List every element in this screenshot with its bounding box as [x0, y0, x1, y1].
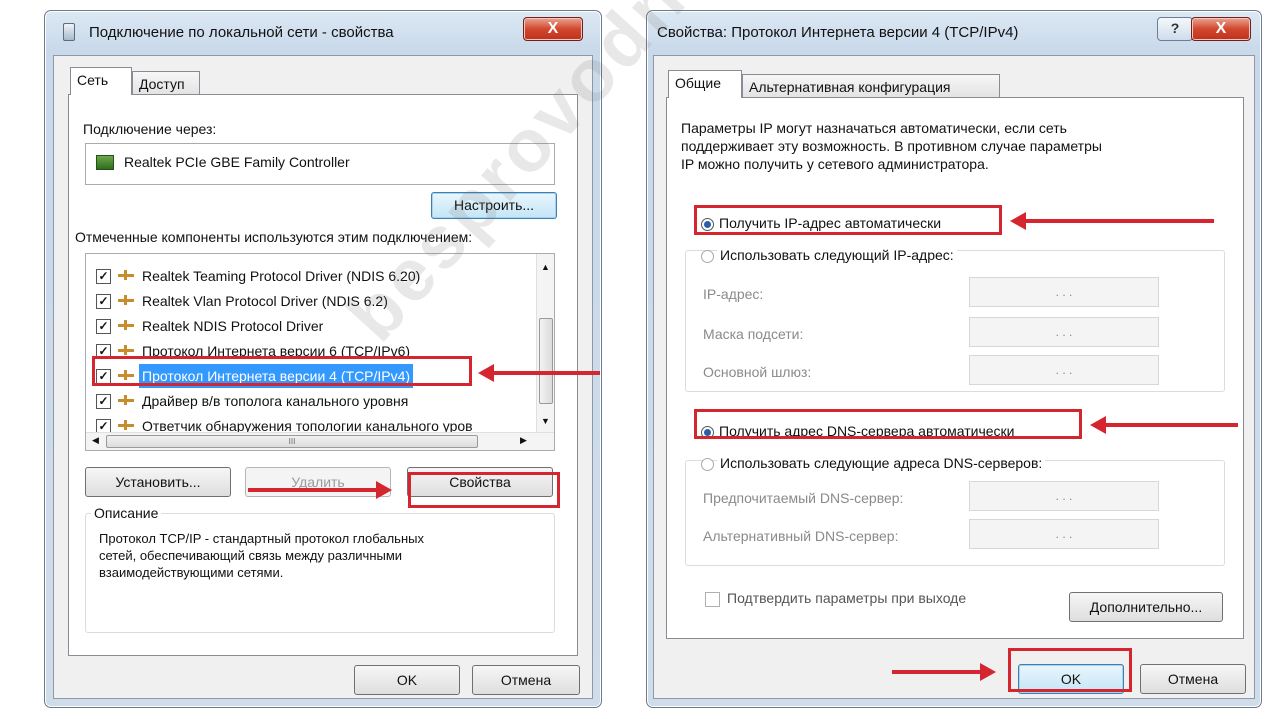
- close-button[interactable]: X: [1191, 17, 1251, 41]
- validate-checkbox[interactable]: [705, 592, 720, 607]
- scroll-thumb-horizontal[interactable]: III: [106, 435, 478, 448]
- subnet-mask-field: . . .: [969, 317, 1159, 347]
- general-tab-panel: Параметры IP могут назначаться автоматич…: [666, 97, 1244, 639]
- cancel-button[interactable]: Отмена: [1140, 664, 1246, 694]
- horizontal-scrollbar[interactable]: ◀ III ▶: [86, 432, 554, 450]
- scroll-right-icon[interactable]: ▶: [520, 435, 527, 446]
- dns-settings-group: [685, 460, 1225, 566]
- protocol-icon: [118, 420, 134, 430]
- subnet-mask-label: Маска подсети:: [703, 326, 804, 342]
- highlight-ipv4-item: [92, 356, 472, 386]
- list-item[interactable]: ✓ Realtek Vlan Protocol Driver (NDIS 6.2…: [96, 289, 516, 313]
- intro-line-2: поддерживает эту возможность. В противно…: [681, 138, 1102, 154]
- manual-dns-radio[interactable]: [701, 458, 714, 471]
- tab-alternate-configuration[interactable]: Альтернативная конфигурация: [742, 74, 1000, 98]
- description-line-1: Протокол TCP/IP - стандартный протокол г…: [99, 531, 424, 546]
- ipv4-properties-titlebar[interactable]: Свойства: Протокол Интернета версии 4 (T…: [647, 11, 1261, 51]
- vertical-scrollbar[interactable]: ▲ ▼: [536, 254, 554, 432]
- list-item[interactable]: ✓ Драйвер в/в тополога канального уровня: [96, 389, 516, 413]
- highlight-ok-button: [1008, 648, 1132, 692]
- manual-ip-radio[interactable]: [701, 250, 714, 263]
- description-line-3: взаимодействующими сетями.: [99, 565, 284, 580]
- network-adapter-icon: [96, 155, 114, 170]
- highlight-auto-dns: [694, 409, 1082, 439]
- manual-ip-label[interactable]: Использовать следующий IP-адрес:: [717, 247, 957, 263]
- ip-dots: . . .: [1055, 285, 1073, 299]
- component-label: Realtek NDIS Protocol Driver: [142, 318, 324, 334]
- highlight-properties-button: [408, 472, 560, 508]
- alternate-dns-field: . . .: [969, 519, 1159, 549]
- protocol-icon: [118, 295, 134, 305]
- help-button[interactable]: ?: [1157, 17, 1193, 41]
- tab-network[interactable]: Сеть: [70, 67, 132, 95]
- description-label: Описание: [91, 505, 162, 521]
- intro-line-1: Параметры IP могут назначаться автоматич…: [681, 120, 1067, 136]
- list-item[interactable]: ✓ Realtek NDIS Protocol Driver: [96, 314, 516, 338]
- scroll-thumb[interactable]: [539, 318, 553, 404]
- intro-line-3: IP можно получить у сетевого администрат…: [681, 156, 989, 172]
- adapter-name: Realtek PCIe GBE Family Controller: [124, 154, 350, 170]
- scroll-left-icon[interactable]: ◀: [92, 435, 99, 446]
- component-checkbox[interactable]: ✓: [96, 294, 111, 309]
- tab-sharing[interactable]: Доступ: [132, 71, 200, 95]
- install-button[interactable]: Установить...: [85, 467, 231, 497]
- arrow-to-ipv4-item: [478, 364, 600, 382]
- gateway-label: Основной шлюз:: [703, 364, 812, 380]
- gateway-field: . . .: [969, 355, 1159, 385]
- arrow-to-auto-dns: [1090, 416, 1238, 434]
- ip-address-field: . . .: [969, 277, 1159, 307]
- ok-button[interactable]: OK: [354, 665, 460, 695]
- window-title: Свойства: Протокол Интернета версии 4 (T…: [657, 24, 1019, 41]
- description-line-2: сетей, обеспечивающий связь между различ…: [99, 548, 403, 563]
- components-list[interactable]: ✓ Realtek Teaming Protocol Driver (NDIS …: [85, 253, 555, 451]
- preferred-dns-field: . . .: [969, 481, 1159, 511]
- ipv4-properties-window: Свойства: Протокол Интернета версии 4 (T…: [646, 10, 1262, 708]
- component-checkbox[interactable]: ✓: [96, 269, 111, 284]
- protocol-icon: [118, 345, 134, 355]
- validate-label[interactable]: Подтвердить параметры при выходе: [727, 590, 966, 606]
- window-title: Подключение по локальной сети - свойства: [89, 24, 394, 41]
- network-connection-icon: [63, 23, 75, 41]
- ip-address-label: IP-адрес:: [703, 286, 764, 302]
- protocol-icon: [118, 320, 134, 330]
- ipv4-client-area: Общие Альтернативная конфигурация Параме…: [653, 55, 1255, 699]
- protocol-icon: [118, 395, 134, 405]
- ip-dots: . . .: [1055, 527, 1073, 541]
- ip-dots: . . .: [1055, 325, 1073, 339]
- arrow-to-properties-button: [248, 481, 392, 499]
- cancel-button[interactable]: Отмена: [472, 665, 580, 695]
- ip-dots: . . .: [1055, 489, 1073, 503]
- tab-general[interactable]: Общие: [668, 70, 742, 98]
- lan-properties-titlebar[interactable]: Подключение по локальной сети - свойства…: [45, 11, 601, 51]
- alternate-dns-label: Альтернативный DNS-сервер:: [703, 528, 899, 544]
- manual-dns-label[interactable]: Использовать следующие адреса DNS-сервер…: [717, 455, 1046, 471]
- component-checkbox[interactable]: ✓: [96, 319, 111, 334]
- component-label: Драйвер в/в тополога канального уровня: [142, 393, 409, 409]
- protocol-icon: [118, 270, 134, 280]
- advanced-button[interactable]: Дополнительно...: [1069, 592, 1223, 622]
- scroll-down-icon[interactable]: ▼: [541, 416, 550, 426]
- component-checkbox[interactable]: ✓: [96, 394, 111, 409]
- highlight-auto-ip: [694, 205, 1002, 235]
- connect-via-label: Подключение через:: [83, 121, 217, 137]
- preferred-dns-label: Предпочитаемый DNS-сервер:: [703, 490, 904, 506]
- arrow-to-ok-button: [892, 663, 996, 681]
- remove-button[interactable]: Удалить: [245, 467, 391, 497]
- scroll-up-icon[interactable]: ▲: [541, 262, 550, 272]
- ip-dots: . . .: [1055, 363, 1073, 377]
- arrow-to-auto-ip: [1010, 212, 1214, 230]
